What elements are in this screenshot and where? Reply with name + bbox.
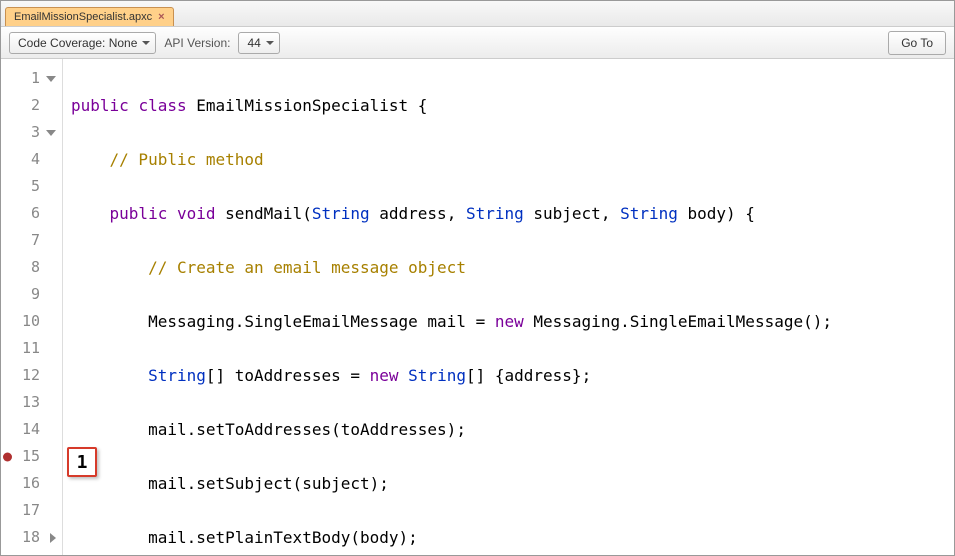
line-number: 13 xyxy=(22,393,40,411)
api-version-label: API Version: xyxy=(164,36,230,50)
line-number: 2 xyxy=(31,96,40,114)
code-coverage-label: Code Coverage: None xyxy=(18,36,137,50)
file-tab[interactable]: EmailMissionSpecialist.apxc × xyxy=(5,7,174,26)
close-icon[interactable]: × xyxy=(156,11,166,23)
line-number: 18 xyxy=(22,528,40,546)
line-number: 15 xyxy=(22,447,40,465)
fold-icon[interactable] xyxy=(46,76,56,82)
line-number: 3 xyxy=(31,123,40,141)
fold-icon[interactable] xyxy=(46,130,56,136)
breakpoint-icon[interactable] xyxy=(3,452,12,461)
code-editor[interactable]: 1 2 3 4 5 6 7 8 9 10 11 12 13 14 15 16 1… xyxy=(1,59,954,555)
code-line: String[] toAddresses = new String[] {add… xyxy=(71,362,946,389)
api-version-dropdown[interactable]: 44 xyxy=(238,32,280,54)
fold-icon[interactable] xyxy=(50,533,56,543)
line-number: 10 xyxy=(22,312,40,330)
line-number: 12 xyxy=(22,366,40,384)
code-line: // Create an email message object xyxy=(71,254,946,281)
code-line: // Public method xyxy=(71,146,946,173)
tab-bar: EmailMissionSpecialist.apxc × xyxy=(1,1,954,27)
toolbar: Code Coverage: None API Version: 44 Go T… xyxy=(1,27,954,59)
code-area[interactable]: public class EmailMissionSpecialist { //… xyxy=(63,59,954,555)
line-number: 6 xyxy=(31,204,40,222)
line-number: 16 xyxy=(22,474,40,492)
code-coverage-dropdown[interactable]: Code Coverage: None xyxy=(9,32,156,54)
line-number: 1 xyxy=(31,69,40,87)
code-line: mail.setToAddresses(toAddresses); xyxy=(71,416,946,443)
annotation-callout-1: 1 xyxy=(67,447,97,477)
goto-label: Go To xyxy=(901,36,933,50)
gutter: 1 2 3 4 5 6 7 8 9 10 11 12 13 14 15 16 1… xyxy=(1,59,63,555)
line-number: 11 xyxy=(22,339,40,357)
code-line: public class EmailMissionSpecialist { xyxy=(71,92,946,119)
line-number: 14 xyxy=(22,420,40,438)
code-line: mail.setSubject(subject); xyxy=(71,470,946,497)
goto-button[interactable]: Go To xyxy=(888,31,946,55)
code-line: mail.setPlainTextBody(body); xyxy=(71,524,946,551)
api-version-value: 44 xyxy=(247,36,260,50)
line-number: 4 xyxy=(31,150,40,168)
line-number: 5 xyxy=(31,177,40,195)
line-number: 8 xyxy=(31,258,40,276)
code-line: Messaging.SingleEmailMessage mail = new … xyxy=(71,308,946,335)
file-tab-label: EmailMissionSpecialist.apxc xyxy=(14,11,152,23)
line-number: 7 xyxy=(31,231,40,249)
code-line: public void sendMail(String address, Str… xyxy=(71,200,946,227)
line-number: 17 xyxy=(22,501,40,519)
line-number: 9 xyxy=(31,285,40,303)
